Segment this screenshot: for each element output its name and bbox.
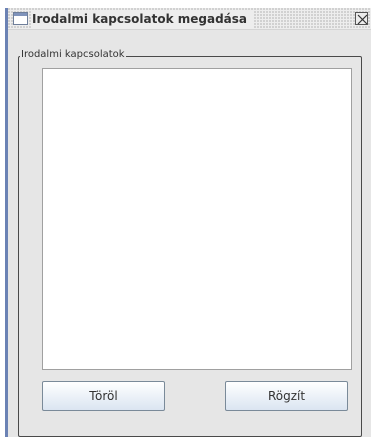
close-icon — [357, 14, 368, 25]
dialog-window: Irodalmi kapcsolatok megadása Irodalmi k… — [5, 8, 371, 437]
literature-list[interactable] — [42, 68, 352, 370]
save-button[interactable]: Rögzít — [225, 381, 348, 411]
group-legend: Irodalmi kapcsolatok — [20, 48, 126, 62]
close-button[interactable] — [355, 12, 368, 25]
delete-button[interactable]: Töröl — [42, 381, 165, 411]
title-bar[interactable]: Irodalmi kapcsolatok megadása — [8, 8, 371, 30]
window-icon — [13, 12, 28, 25]
window-title: Irodalmi kapcsolatok megadása — [32, 10, 253, 28]
